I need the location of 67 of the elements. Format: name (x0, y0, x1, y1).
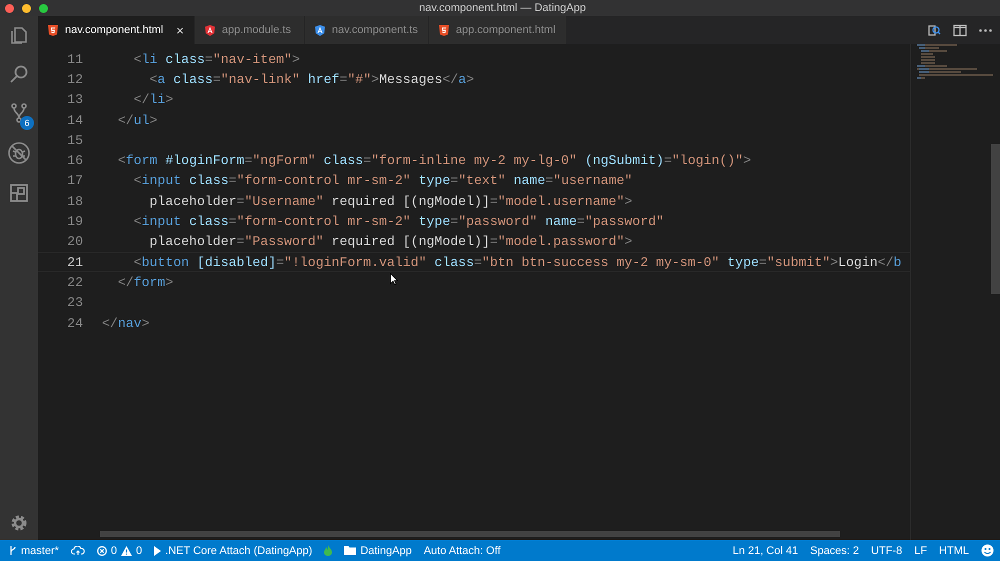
status-item[interactable]: HTML (939, 544, 969, 556)
editor-tab[interactable]: nav.component.html × (38, 16, 195, 44)
status-item[interactable]: LF (914, 544, 928, 556)
editor-tab[interactable]: nav.component.ts (304, 16, 429, 44)
open-preview-icon[interactable] (927, 23, 941, 37)
code-line: <form #loginForm="ngForm" class="form-inline my-2 my-lg-0" (ngSubmit)="login()"> (116, 153, 752, 168)
code-line: </ul> (116, 112, 158, 128)
search-icon[interactable] (8, 63, 30, 85)
line-number: 20 (66, 234, 84, 250)
error-icon (96, 546, 107, 556)
warning-icon (121, 546, 132, 556)
code-line: </li> (132, 92, 174, 108)
line-number: 19 (66, 214, 84, 230)
settings-icon[interactable] (10, 514, 28, 532)
code-line: placeholder="Username" required [(ngModel)]="model.username"> (148, 194, 632, 209)
minimize-window-icon[interactable] (22, 4, 31, 12)
line-number: 24 (66, 316, 84, 330)
line-number: 18 (66, 194, 84, 209)
mouse-pointer-icon (390, 273, 398, 285)
status-item[interactable]: Auto Attach: Off (424, 544, 501, 556)
code-line: placeholder="Password" required [(ngModel)]="model.password"> (148, 234, 632, 250)
html-file-icon (48, 24, 58, 36)
code-line: </form> (116, 274, 174, 290)
cloud-upload-icon[interactable] (70, 546, 85, 556)
status-item[interactable]: UTF-8 (871, 544, 902, 556)
code-line: <a class="nav-link" href="#">Messages</a> (148, 72, 474, 87)
split-editor-icon[interactable] (953, 24, 967, 36)
line-number: 13 (66, 92, 84, 108)
status-item[interactable]: Spaces: 2 (810, 544, 860, 556)
html-file-icon (438, 24, 449, 36)
editor-tab[interactable]: app.module.ts (194, 16, 305, 44)
code-line: <input class="form-control mr-sm-2" type="text" name="username" (132, 173, 632, 188)
code-line: <button [disabled]="!loginForm.valid" class="btn btn-success my-2 my-sm-0" type="submit">Login</b (132, 254, 902, 270)
line-number: 17 (66, 173, 84, 188)
line-number: 22 (66, 274, 84, 290)
count-badge: 6 (20, 116, 34, 130)
code-line: </nav> (102, 316, 150, 330)
line-number: 11 (66, 52, 84, 67)
play-icon (154, 546, 162, 556)
branch-name[interactable]: master* (21, 544, 59, 556)
folder-icon (344, 546, 356, 555)
horizontal-scrollbar[interactable] (100, 531, 840, 537)
line-number: 23 (66, 295, 84, 310)
code-line: <input class="form-control mr-sm-2" type="password" name="password" (132, 214, 664, 230)
debug-config[interactable]: .NET Core Attach (DatingApp) (165, 544, 312, 556)
line-number: 16 (66, 153, 84, 168)
warning-count[interactable]: 0 (136, 544, 142, 556)
smiley-icon[interactable] (981, 544, 994, 557)
close-window-icon[interactable] (5, 4, 14, 12)
more-icon[interactable] (979, 28, 992, 32)
line-number: 21 (66, 254, 84, 270)
extensions-icon[interactable] (8, 182, 30, 204)
maximize-window-icon[interactable] (39, 4, 48, 12)
vertical-scrollbar[interactable] (991, 144, 1000, 294)
line-number: 14 (66, 112, 84, 128)
no-bug-icon[interactable] (7, 141, 31, 165)
window-title: nav.component.html — DatingApp (419, 2, 586, 14)
error-count[interactable]: 0 (110, 544, 118, 556)
files-icon[interactable] (8, 24, 30, 46)
line-number: 15 (66, 132, 84, 148)
editor-tab[interactable]: app.component.html (428, 16, 567, 44)
status-item[interactable]: Ln 21, Col 41 (732, 544, 798, 556)
close-tab-button[interactable]: × (176, 22, 184, 38)
code-line: <li class="nav-item"> (132, 52, 300, 67)
line-number: 12 (66, 72, 84, 87)
folder-name[interactable]: DatingApp (360, 544, 412, 556)
branch-icon (9, 545, 17, 556)
